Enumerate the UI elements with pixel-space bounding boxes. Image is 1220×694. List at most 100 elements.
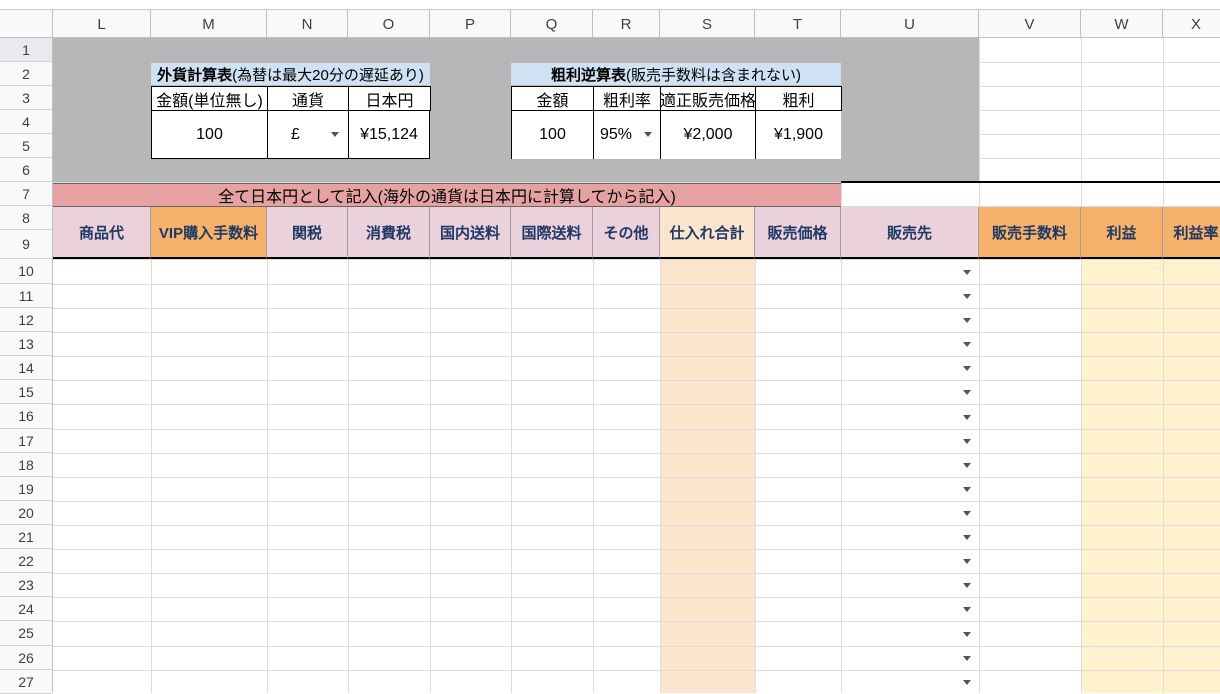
sales-channel-dropdown-icon[interactable]	[963, 656, 971, 661]
row-header-8[interactable]: 8	[0, 206, 52, 230]
sales-channel-dropdown-icon[interactable]	[963, 366, 971, 371]
row-header-1[interactable]: 1	[0, 38, 52, 62]
sales-channel-dropdown-icon[interactable]	[963, 415, 971, 420]
row-header-26[interactable]: 26	[0, 646, 52, 670]
gridline-h	[53, 573, 1220, 574]
fx-header-1: 通貨	[267, 86, 349, 111]
profit-columns-fill	[1081, 259, 1220, 693]
row-header-15[interactable]: 15	[0, 380, 52, 404]
row-header-6[interactable]: 6	[0, 158, 52, 182]
sales-channel-dropdown-icon[interactable]	[963, 439, 971, 444]
column-header-s[interactable]: S	[660, 10, 755, 38]
column-header-p[interactable]: P	[430, 10, 511, 38]
margin-amount-cell[interactable]: 100	[511, 110, 594, 159]
column-header-l[interactable]: L	[53, 10, 151, 38]
notice-divider	[841, 181, 1220, 183]
row-header-27[interactable]: 27	[0, 670, 52, 694]
column-header-t[interactable]: T	[755, 10, 841, 38]
row-header-13[interactable]: 13	[0, 332, 52, 356]
header-customs: 関税	[267, 207, 348, 259]
margin-price-cell: ¥2,000	[660, 110, 756, 159]
sales-channel-dropdown-icon[interactable]	[963, 318, 971, 323]
sales-channel-dropdown-icon[interactable]	[963, 680, 971, 685]
header-sales-fee: 販売手数料	[979, 207, 1081, 259]
column-header-v[interactable]: V	[979, 10, 1081, 38]
header-intl-shipping: 国際送料	[511, 207, 593, 259]
row-header-7[interactable]: 7	[0, 182, 52, 206]
column-header-u[interactable]: U	[841, 10, 979, 38]
column-header-o[interactable]: O	[348, 10, 430, 38]
fx-amount-cell[interactable]: 100	[151, 110, 268, 159]
gridline-h	[53, 670, 1220, 671]
sales-channel-dropdown-icon[interactable]	[963, 294, 971, 299]
header-profit: 利益	[1081, 207, 1163, 259]
gridline-h	[53, 259, 1220, 260]
header-domestic-shipping: 国内送料	[430, 207, 511, 259]
gridline-h	[53, 308, 1220, 309]
row-header-17[interactable]: 17	[0, 429, 52, 453]
gridline-h	[53, 356, 1220, 357]
row-header-9[interactable]: 9	[0, 230, 52, 259]
gridline-v	[1163, 38, 1164, 693]
header-consumption-tax: 消費税	[348, 207, 430, 259]
row-header-4[interactable]: 4	[0, 110, 52, 134]
purchase-total-column-fill	[660, 259, 755, 693]
sales-channel-dropdown-icon[interactable]	[963, 342, 971, 347]
column-header-m[interactable]: M	[151, 10, 267, 38]
row-header-10[interactable]: 10	[0, 259, 52, 284]
gridline-h	[53, 646, 1220, 647]
row-header-20[interactable]: 20	[0, 501, 52, 525]
column-header-w[interactable]: W	[1081, 10, 1163, 38]
row-header-25[interactable]: 25	[0, 621, 52, 646]
row-header-3[interactable]: 3	[0, 86, 52, 110]
gridline-h	[53, 621, 1220, 622]
margin-rate-value: 95%	[600, 126, 633, 143]
chevron-down-icon[interactable]	[644, 132, 652, 137]
sales-channel-dropdown-icon[interactable]	[963, 390, 971, 395]
margin-header-3: 粗利	[755, 86, 842, 111]
gridline-v	[1081, 38, 1082, 693]
sales-channel-dropdown-icon[interactable]	[963, 607, 971, 612]
formula-bar[interactable]	[0, 0, 1220, 10]
margin-table-title: 粗利逆算表 (販売手数料は含まれない)	[511, 63, 841, 85]
margin-title-bold: 粗利逆算表	[550, 66, 626, 84]
sales-channel-dropdown-icon[interactable]	[963, 463, 971, 468]
row-header-23[interactable]: 23	[0, 573, 52, 597]
row-header-21[interactable]: 21	[0, 525, 52, 549]
row-header-22[interactable]: 22	[0, 549, 52, 573]
row-header-16[interactable]: 16	[0, 404, 52, 429]
row-header-18[interactable]: 18	[0, 453, 52, 477]
row-header-11[interactable]: 11	[0, 284, 52, 308]
row-header-12[interactable]: 12	[0, 308, 52, 332]
sales-channel-dropdown-icon[interactable]	[963, 559, 971, 564]
fx-currency-select[interactable]: £	[267, 110, 349, 159]
gridline-h	[53, 549, 1220, 550]
sales-channel-dropdown-icon[interactable]	[963, 535, 971, 540]
gridline-h	[53, 453, 1220, 454]
sales-channel-dropdown-icon[interactable]	[963, 487, 971, 492]
header-sale-price: 販売価格	[755, 207, 841, 259]
row-header-5[interactable]: 5	[0, 134, 52, 158]
margin-header-0: 金額	[511, 86, 594, 111]
column-header-r[interactable]: R	[593, 10, 660, 38]
row-header-19[interactable]: 19	[0, 477, 52, 501]
margin-header-2: 適正販売価格	[660, 86, 756, 111]
row-header-14[interactable]: 14	[0, 356, 52, 380]
gridline-h	[53, 429, 1220, 430]
sales-channel-dropdown-icon[interactable]	[963, 511, 971, 516]
fx-title-bold: 外貨計算表	[157, 66, 233, 84]
header-purchase-total: 仕入れ合計	[660, 207, 755, 259]
sales-channel-dropdown-icon[interactable]	[963, 583, 971, 588]
chevron-down-icon[interactable]	[331, 132, 339, 137]
column-header-n[interactable]: N	[267, 10, 348, 38]
column-header-q[interactable]: Q	[511, 10, 593, 38]
margin-rate-select[interactable]: 95%	[593, 110, 661, 159]
row-header-24[interactable]: 24	[0, 597, 52, 621]
sales-channel-dropdown-icon[interactable]	[963, 270, 971, 275]
row-header-2[interactable]: 2	[0, 62, 52, 86]
header-vip-fee: VIP購入手数料	[151, 207, 267, 259]
column-header-x[interactable]: X	[1163, 10, 1220, 38]
sales-channel-dropdown-icon[interactable]	[963, 632, 971, 637]
select-all-corner[interactable]	[0, 10, 53, 38]
margin-header-1: 粗利率	[593, 86, 661, 111]
